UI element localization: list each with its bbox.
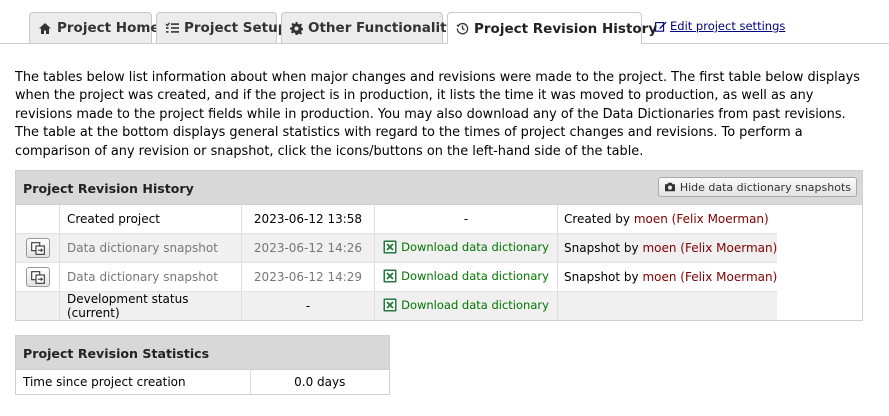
compare-cell bbox=[16, 291, 60, 320]
revision-time: 2023-06-12 14:26 bbox=[241, 233, 375, 263]
download-label: Download data dictionary bbox=[401, 239, 549, 254]
revision-author: Snapshot by moen (Felix Moerman) bbox=[557, 262, 778, 292]
tab-label: Project Revision History bbox=[474, 20, 658, 37]
user-link[interactable]: moen (Felix Moerman) bbox=[634, 212, 769, 226]
table-row: Time since project creation 0.0 days bbox=[16, 370, 389, 394]
table-row: Data dictionary snapshot 2023-06-12 14:2… bbox=[16, 233, 778, 263]
revision-description: Data dictionary snapshot bbox=[59, 233, 242, 263]
tab-bar-divider bbox=[0, 43, 889, 44]
hide-snapshots-label: Hide data dictionary snapshots bbox=[679, 180, 851, 194]
revision-history-header: Project Revision History Hide data dicti… bbox=[16, 171, 862, 205]
tab-other-functionality[interactable]: Other Functionality bbox=[281, 12, 455, 43]
tab-label: Other Functionality bbox=[308, 20, 456, 36]
tab-label: Project Setup bbox=[184, 20, 288, 36]
tab-project-home[interactable]: Project Home bbox=[29, 12, 160, 43]
home-icon bbox=[38, 22, 52, 35]
hide-snapshots-button[interactable]: Hide data dictionary snapshots bbox=[657, 177, 857, 197]
revision-time: 2023-06-12 13:58 bbox=[241, 205, 375, 234]
compare-cell bbox=[16, 205, 60, 234]
compare-cell bbox=[16, 262, 60, 292]
edit-project-settings-link[interactable]: Edit project settings bbox=[655, 19, 785, 33]
compare-snapshot-button[interactable] bbox=[25, 238, 50, 258]
compare-snapshot-button[interactable] bbox=[25, 267, 50, 287]
revision-history-panel: Project Revision History Hide data dicti… bbox=[15, 170, 863, 321]
author-prefix: Snapshot by bbox=[564, 270, 643, 284]
excel-icon bbox=[383, 240, 397, 254]
camera-icon bbox=[664, 182, 676, 192]
download-data-dictionary-link[interactable]: Download data dictionary bbox=[383, 298, 549, 312]
revision-statistics-table: Time since project creation 0.0 days bbox=[16, 370, 389, 394]
download-label: Download data dictionary bbox=[401, 297, 549, 312]
user-link[interactable]: moen (Felix Moerman) bbox=[642, 241, 777, 255]
revision-history-table: Created project 2023-06-12 13:58 - Creat… bbox=[16, 205, 778, 320]
edit-link-label: Edit project settings bbox=[670, 19, 786, 33]
revision-statistics-panel: Project Revision Statistics Time since p… bbox=[15, 335, 390, 395]
download-cell: Download data dictionary bbox=[374, 233, 558, 263]
tab-bar: Project Home Project Setup Other Functio… bbox=[0, 0, 889, 44]
download-data-dictionary-link[interactable]: Download data dictionary bbox=[383, 269, 549, 283]
revision-author bbox=[557, 291, 778, 320]
revision-statistics-title: Project Revision Statistics bbox=[23, 346, 210, 361]
excel-icon bbox=[383, 269, 397, 283]
revision-author: Snapshot by moen (Felix Moerman) bbox=[557, 233, 778, 263]
revision-time: 2023-06-12 14:29 bbox=[241, 262, 375, 292]
table-row: Created project 2023-06-12 13:58 - Creat… bbox=[16, 205, 778, 234]
download-data-dictionary-link[interactable]: Download data dictionary bbox=[383, 240, 549, 254]
excel-icon bbox=[383, 298, 397, 312]
revision-description: Development status (current) bbox=[59, 291, 242, 320]
revision-description: Data dictionary snapshot bbox=[59, 262, 242, 292]
stat-value: 0.0 days bbox=[294, 375, 346, 389]
stat-label: Time since project creation bbox=[16, 370, 251, 394]
author-prefix: Created by bbox=[564, 212, 634, 226]
revision-author: Created by moen (Felix Moerman) bbox=[557, 205, 778, 234]
author-prefix: Snapshot by bbox=[564, 241, 643, 255]
table-row: Development status (current) - Download … bbox=[16, 291, 778, 320]
tab-label: Project Home bbox=[57, 20, 160, 36]
table-row: Data dictionary snapshot 2023-06-12 14:2… bbox=[16, 262, 778, 292]
download-label: Download data dictionary bbox=[401, 268, 549, 283]
intro-text: The tables below list information about … bbox=[15, 70, 860, 159]
revision-history-title: Project Revision History bbox=[23, 181, 194, 196]
revision-description: Created project bbox=[59, 205, 242, 234]
list-icon bbox=[165, 22, 179, 34]
gear-icon bbox=[290, 21, 303, 35]
user-link[interactable]: moen (Felix Moerman) bbox=[642, 270, 777, 284]
history-icon bbox=[456, 22, 469, 35]
revision-time: - bbox=[241, 291, 375, 320]
tab-project-setup[interactable]: Project Setup bbox=[156, 12, 287, 43]
download-cell: Download data dictionary bbox=[374, 291, 558, 320]
compare-icon bbox=[30, 241, 45, 255]
download-cell: Download data dictionary bbox=[374, 262, 558, 292]
compare-icon bbox=[30, 270, 45, 284]
tab-project-revision-history[interactable]: Project Revision History bbox=[447, 12, 657, 44]
compare-cell bbox=[16, 233, 60, 263]
revision-statistics-header: Project Revision Statistics bbox=[16, 336, 389, 370]
download-cell: - bbox=[374, 205, 558, 234]
